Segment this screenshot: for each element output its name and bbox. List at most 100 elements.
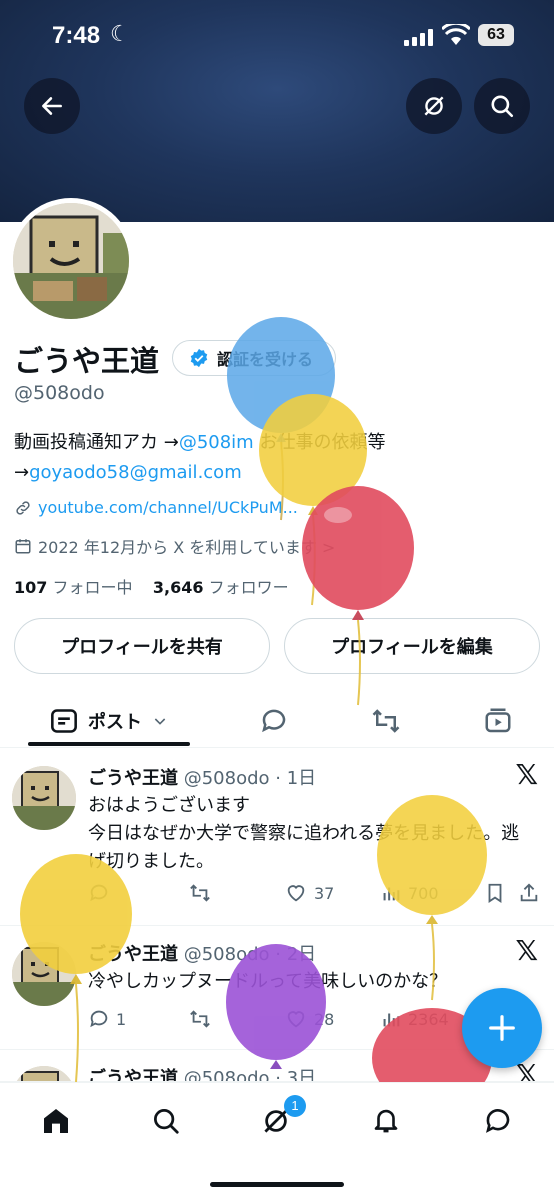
profile-bio: 動画投稿通知アカ →@508im お仕事の依頼等 →goyaodo58@gmai…	[14, 428, 544, 488]
bio-text: 動画投稿通知アカ →	[14, 432, 179, 453]
x-logo-icon: 𝕏	[515, 934, 538, 967]
back-button[interactable]	[24, 78, 80, 134]
reply-button[interactable]: 1	[88, 1008, 188, 1030]
nav-home[interactable]	[36, 1101, 76, 1141]
tweet-author-name[interactable]: ごうや王道	[88, 768, 178, 789]
calendar-icon	[15, 539, 31, 554]
like-button[interactable]: 37	[284, 882, 380, 904]
profile-handle: @508odo	[14, 382, 105, 404]
notifications-icon	[374, 1109, 398, 1133]
get-verified-label: 認証を受ける	[217, 350, 314, 369]
nav-search[interactable]	[146, 1101, 186, 1141]
tab-replies[interactable]	[246, 694, 302, 748]
cellular-signal-icon	[404, 28, 433, 46]
joined-date: 2022 年12月から X を利用しています >	[38, 538, 336, 557]
status-bar: 7:48 ☾ 63	[0, 0, 554, 72]
edit-profile-button[interactable]: プロフィールを編集	[284, 618, 540, 674]
nav-grok[interactable]: 1	[256, 1095, 306, 1141]
link-icon	[16, 500, 30, 515]
followers-link[interactable]: 3,646 フォロワー	[153, 578, 289, 597]
like-icon	[287, 885, 305, 902]
reply-icon	[90, 1010, 108, 1028]
repost-icon	[190, 884, 210, 902]
views-button[interactable]: 700	[380, 882, 484, 904]
bookmark-icon	[488, 883, 502, 903]
search-button[interactable]	[474, 78, 530, 134]
reply-tab-icon	[262, 709, 286, 733]
tweet-author-name[interactable]: ごうや王道	[88, 1068, 178, 1081]
compose-post-button[interactable]	[462, 988, 542, 1068]
pixel-avatar-image	[12, 766, 76, 830]
tweet-avatar[interactable]	[12, 942, 76, 1006]
back-arrow-icon	[42, 97, 62, 115]
tab-posts[interactable]: ポスト	[28, 694, 190, 748]
tab-media[interactable]	[470, 694, 526, 748]
tab-reposts[interactable]	[358, 694, 414, 748]
nav-notifications[interactable]	[366, 1101, 406, 1141]
tweet-meta: @508odo · 1日	[183, 768, 317, 789]
repost-tab-icon	[372, 709, 400, 733]
status-time: 7:48	[52, 22, 101, 49]
views-icon	[383, 887, 400, 901]
views-icon	[383, 1013, 400, 1027]
nav-messages[interactable]	[478, 1101, 518, 1141]
get-verified-button[interactable]: 認証を受ける	[172, 340, 336, 376]
tweet-avatar[interactable]	[12, 766, 76, 830]
like-icon	[287, 1011, 305, 1028]
chevron-down-icon[interactable]	[152, 713, 168, 729]
following-link[interactable]: 107 フォロー中	[14, 578, 133, 597]
tab-posts-label: ポスト	[88, 712, 142, 733]
reply-button[interactable]	[88, 882, 188, 904]
like-count: 28	[314, 1009, 335, 1029]
tweet-text: おはようございます 今日はなぜか大学で警察に追われる夢を見ました。逃げ切りました…	[88, 795, 520, 872]
tweet-item[interactable]: ごうや王道 @508odo · 1日 𝕏 おはようございます 今日はなぜか大学で…	[0, 750, 554, 926]
profile-name: ごうや王道	[14, 344, 160, 378]
profile-joined[interactable]: 2022 年12月から X を利用しています >	[14, 534, 335, 558]
bookmark-button[interactable]	[484, 882, 518, 904]
battery-indicator: 63	[478, 24, 514, 46]
like-button[interactable]: 28	[284, 1008, 380, 1030]
grok-button[interactable]	[406, 78, 462, 134]
profile-website[interactable]: youtube.com/channel/UCkPuM...	[14, 498, 298, 517]
x-logo-icon: 𝕏	[515, 758, 538, 791]
tweet-item[interactable]: ごうや王道 @508odo · 3日 𝕏	[0, 1050, 554, 1082]
repost-icon	[190, 1010, 210, 1028]
notification-badge: 1	[284, 1095, 306, 1117]
search-icon	[491, 95, 514, 118]
profile-avatar[interactable]	[8, 198, 134, 324]
tweet-text: 冷やしカップヌードルって美味しいのかな？	[88, 971, 448, 992]
compose-plus-icon	[489, 1015, 515, 1041]
follow-counts: 107 フォロー中 3,646 フォロワー	[14, 574, 289, 598]
moon-icon: ☾	[110, 22, 130, 47]
like-count: 37	[314, 883, 335, 903]
tweet-author-name[interactable]: ごうや王道	[88, 944, 178, 965]
home-indicator	[210, 1182, 344, 1187]
reply-count: 1	[116, 1009, 127, 1029]
pixel-avatar-image	[13, 203, 129, 319]
active-tab-indicator	[28, 742, 190, 746]
repost-button[interactable]	[188, 1008, 284, 1030]
bio-email-link[interactable]: goyaodo58@gmail.com	[29, 462, 242, 483]
repost-button[interactable]	[188, 882, 284, 904]
share-button[interactable]	[518, 882, 540, 904]
followers-count: 3,646	[152, 578, 204, 597]
view-count: 700	[408, 883, 439, 903]
bio-arrow: →	[14, 462, 30, 483]
tweet-meta: @508odo · 3日	[183, 1068, 317, 1082]
view-count: 2364	[408, 1009, 449, 1029]
grok-icon	[424, 96, 444, 116]
home-icon	[44, 1109, 68, 1133]
posts-tab-icon	[51, 709, 77, 733]
following-count: 107	[14, 578, 48, 597]
website-link[interactable]: youtube.com/channel/UCkPuM...	[38, 498, 298, 517]
pixel-avatar-image	[12, 1066, 76, 1081]
messages-icon	[486, 1109, 510, 1133]
wifi-icon	[442, 24, 470, 45]
followers-label: フォロワー	[208, 578, 289, 597]
search-icon	[154, 1109, 179, 1134]
verified-badge-icon	[190, 348, 208, 368]
reply-icon	[90, 884, 108, 902]
tweet-avatar[interactable]	[12, 1066, 76, 1081]
bio-mention-link[interactable]: @508im	[179, 432, 254, 453]
share-profile-button[interactable]: プロフィールを共有	[14, 618, 270, 674]
